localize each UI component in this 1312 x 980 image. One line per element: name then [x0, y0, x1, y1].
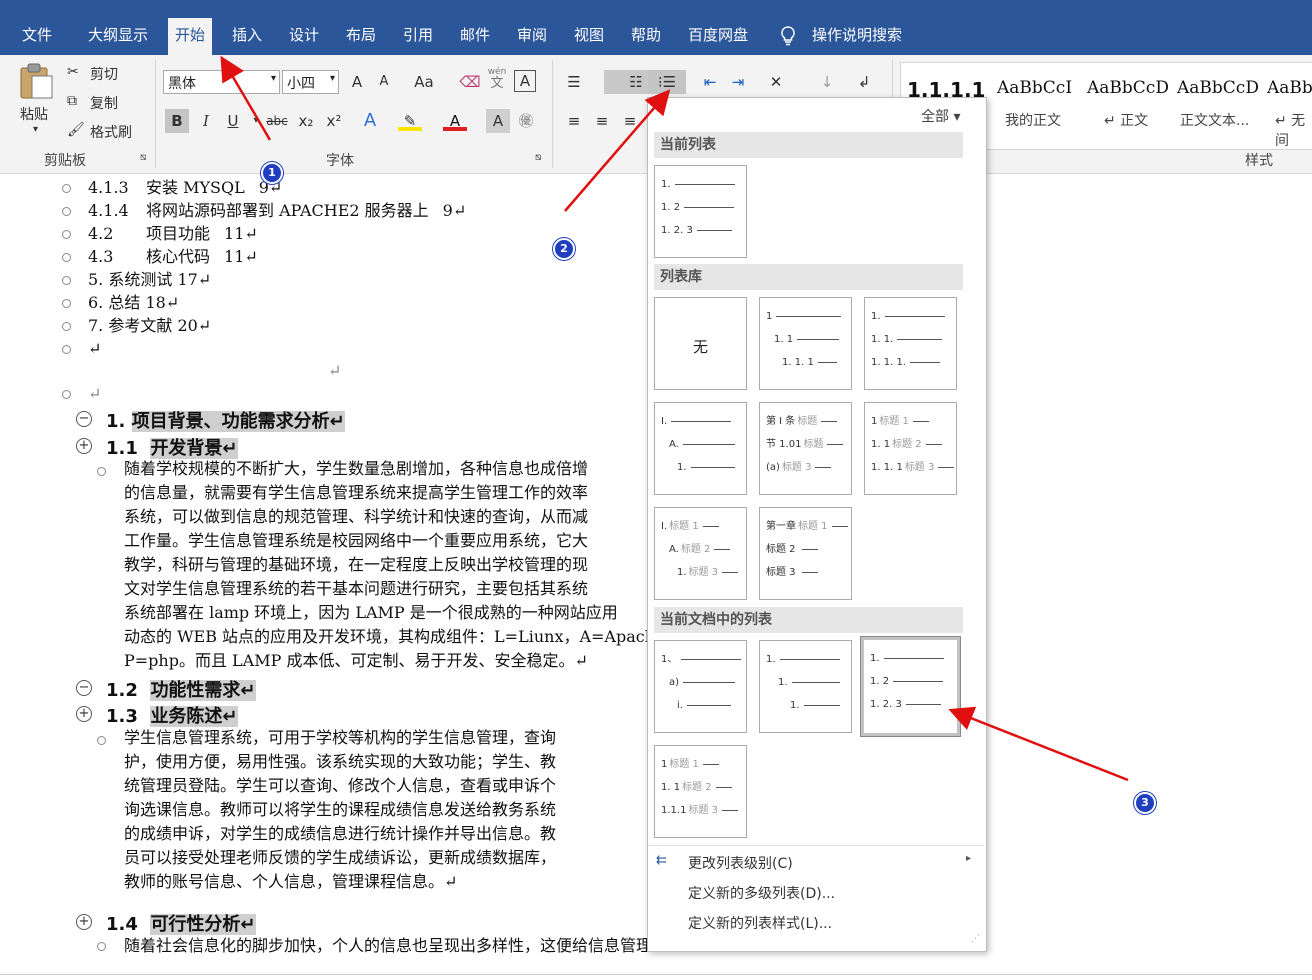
annotation-arrow [948, 706, 1129, 782]
annotation-badge: 1 [261, 162, 283, 184]
annotation-badge: 3 [1134, 792, 1156, 814]
annotation-arrow [220, 55, 272, 141]
annotation-overlay [220, 55, 1129, 782]
annotation-badge: 2 [553, 238, 575, 260]
annotation-arrow [564, 89, 671, 212]
